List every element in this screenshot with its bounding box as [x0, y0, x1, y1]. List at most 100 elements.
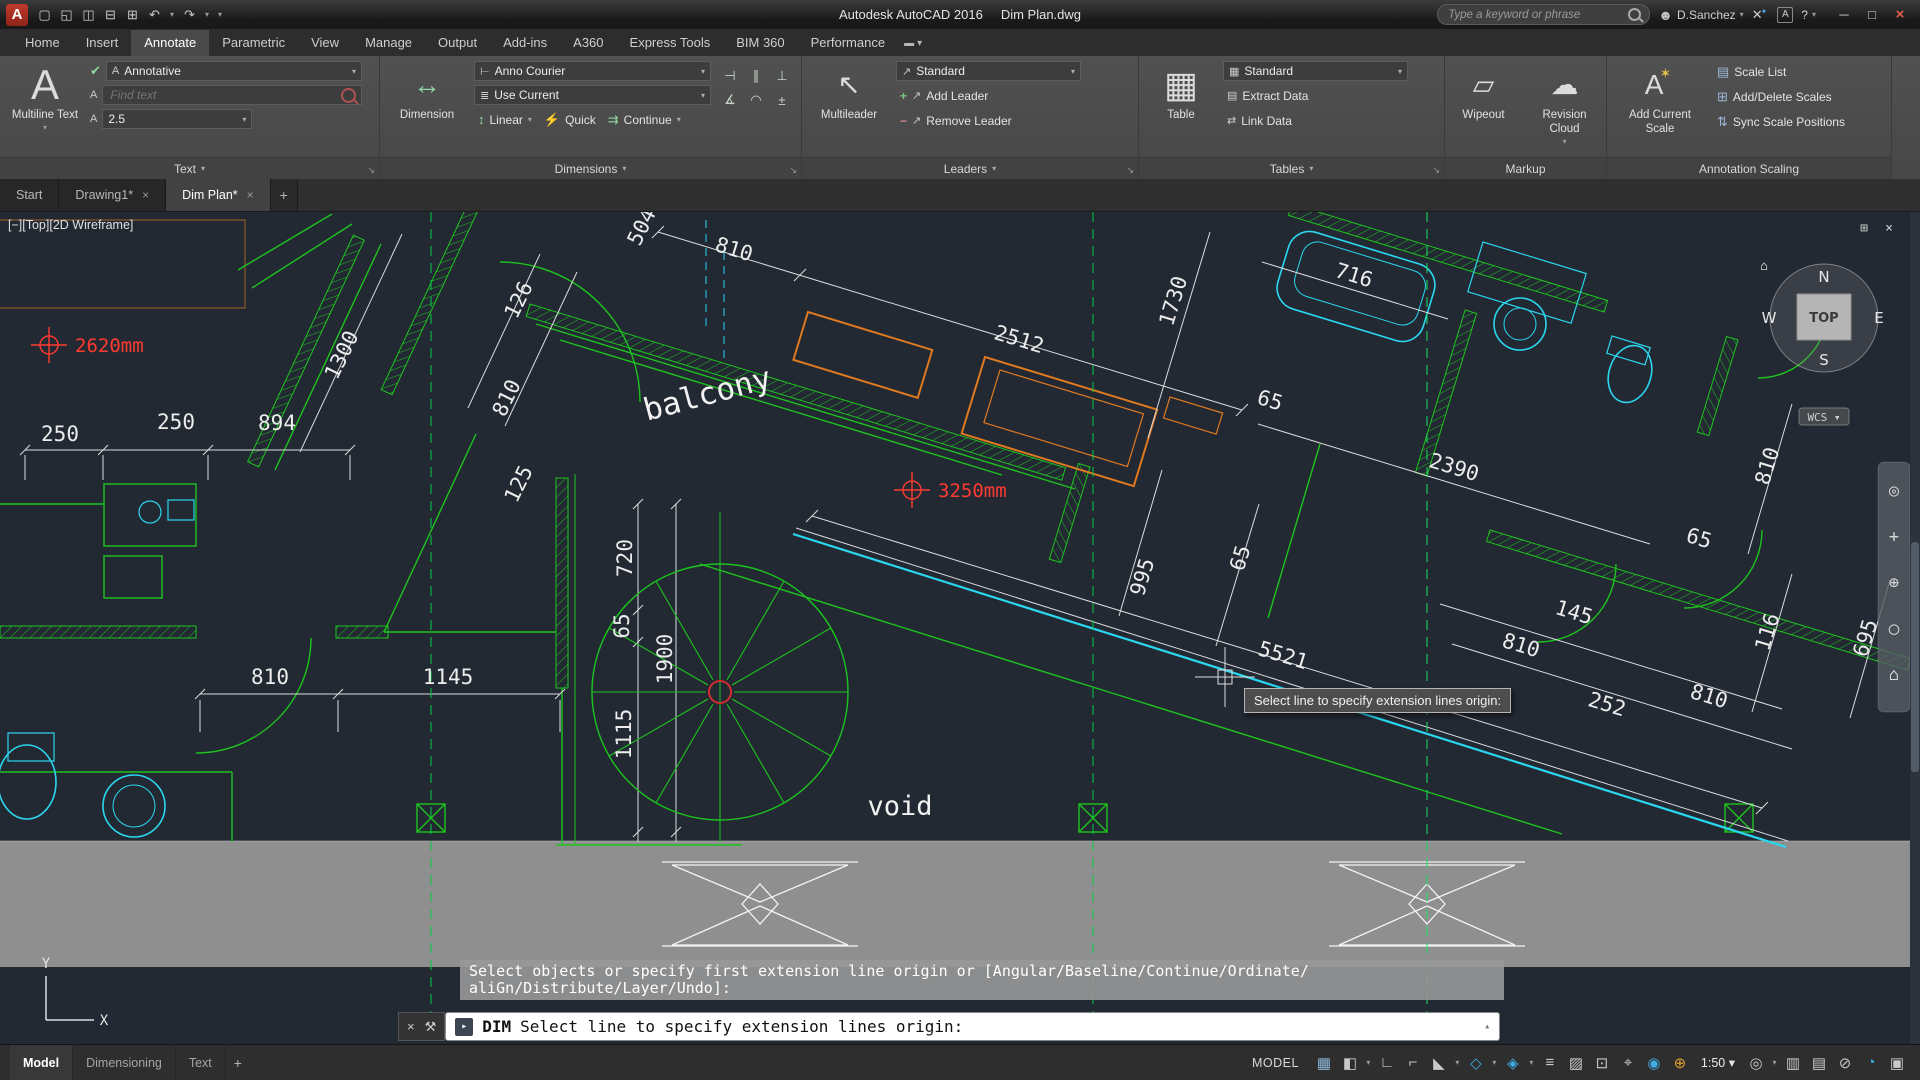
tab-close-icon[interactable]: × — [142, 188, 149, 202]
extract-data-button[interactable]: ▤ Extract Data — [1223, 85, 1428, 106]
dim-label[interactable]: 65 — [1225, 542, 1255, 573]
ribbon-tab-annotate[interactable]: Annotate — [131, 30, 209, 56]
ortho-icon[interactable]: ⌐ — [1400, 1054, 1426, 1071]
model-space-button[interactable]: MODEL — [1252, 1056, 1299, 1070]
help-search-field[interactable] — [1437, 4, 1650, 25]
redo-arrow-icon[interactable]: ▾ — [201, 10, 213, 19]
viewcube[interactable]: TOP N E S W ⌂ WCS ▾ ⊞ × — [1760, 221, 1893, 425]
infer-icon[interactable]: ∟ — [1374, 1054, 1400, 1071]
spell-check-icon[interactable]: ✔ — [90, 63, 101, 79]
viewcube-face[interactable]: TOP — [1809, 311, 1838, 326]
autoscale-icon[interactable]: ⊕ — [1667, 1054, 1693, 1072]
panel-label-dimensions[interactable]: Dimensions ▾ ↘ — [380, 157, 801, 179]
dim-label[interactable]: 65 — [610, 613, 634, 638]
new-file-icon[interactable]: ▢ — [34, 7, 55, 23]
dim-label[interactable]: 810 — [1687, 679, 1730, 713]
file-tab-drawing1-[interactable]: Drawing1*× — [59, 179, 166, 211]
steering-wheel-icon[interactable]: ◎ — [1889, 481, 1900, 501]
ribbon-tab-view[interactable]: View — [298, 30, 352, 56]
ribbon-tab-insert[interactable]: Insert — [73, 30, 132, 56]
quick-properties-icon[interactable]: ▤ — [1806, 1054, 1832, 1072]
open-file-icon[interactable]: ◱ — [56, 7, 77, 23]
dim-label[interactable]: 250 — [157, 410, 195, 434]
dimension-tool-icon-0[interactable]: ⊣ — [718, 65, 742, 87]
sign-in-menu[interactable]: ☻ D.Sanchez ▾ — [1658, 7, 1743, 23]
dim-label[interactable]: 810 — [488, 376, 526, 421]
dim-label[interactable]: 1300 — [320, 327, 364, 383]
units-icon[interactable]: ▥ — [1780, 1054, 1806, 1072]
viewport-close-icon[interactable]: × — [1885, 221, 1893, 236]
viewcube-north[interactable]: N — [1818, 268, 1829, 286]
dim-label[interactable]: 810 — [712, 232, 755, 266]
ribbon-tab-express-tools[interactable]: Express Tools — [617, 30, 724, 56]
dimension-tool-icon-5[interactable]: ± — [770, 89, 794, 111]
text-style-dropdown[interactable]: A Annotative ▾ — [106, 61, 362, 81]
ribbon-tab-output[interactable]: Output — [425, 30, 490, 56]
dim-label[interactable]: 1145 — [423, 665, 474, 689]
coordinate-label[interactable]: 2620mm — [75, 335, 144, 357]
snap-icon[interactable]: ◧ — [1337, 1054, 1363, 1072]
dim-label[interactable]: 504 — [623, 212, 661, 249]
layout-tab-text[interactable]: Text — [176, 1045, 226, 1080]
link-data-button[interactable]: ⇄ Link Data — [1223, 110, 1428, 131]
app-store-icon[interactable]: A — [1777, 7, 1793, 23]
command-input[interactable]: ▸ DIM Select line to specify extension l… — [445, 1012, 1500, 1041]
remove-leader-button[interactable]: − ↗ Remove Leader — [896, 110, 1116, 131]
undo-arrow-icon[interactable]: ▾ — [166, 10, 178, 19]
panel-label-tables[interactable]: Tables ▾ ↘ — [1139, 157, 1444, 179]
save-icon[interactable]: ◫ — [78, 7, 99, 23]
dimension-tool-icon-2[interactable]: ⊥ — [770, 65, 794, 87]
dim-label[interactable]: 894 — [258, 411, 296, 435]
osnap-arrow-icon[interactable]: ▾ — [1526, 1058, 1537, 1067]
leader-style-dropdown[interactable]: ↗ Standard ▾ — [896, 61, 1081, 81]
dim-label[interactable]: 252 — [1585, 687, 1628, 721]
scrollbar-thumb[interactable] — [1911, 542, 1919, 772]
panel-label-markup[interactable]: Markup — [1445, 157, 1606, 179]
add-delete-scales-button[interactable]: ⊞ Add/Delete Scales — [1713, 86, 1883, 107]
dim-label[interactable]: 250 — [41, 422, 79, 446]
sync-scale-positions-button[interactable]: ⇅ Sync Scale Positions — [1713, 111, 1883, 132]
dynamic-ucs-icon[interactable]: ⌖ — [1615, 1054, 1641, 1071]
dialog-launcher-icon[interactable]: ↘ — [1432, 165, 1440, 176]
dim-label[interactable]: 810 — [251, 665, 289, 689]
dim-label[interactable]: 65 — [1254, 385, 1285, 415]
ribbon-tab-home[interactable]: Home — [12, 30, 73, 56]
annotation-visibility-icon[interactable]: ◉ — [1641, 1054, 1667, 1072]
snap-arrow-icon[interactable]: ▾ — [1363, 1058, 1374, 1067]
autocad-logo-icon[interactable]: A — [6, 4, 28, 26]
undo-icon[interactable]: ↶ — [144, 7, 165, 23]
graphics-performance-icon[interactable]: ◔ — [1858, 1054, 1884, 1071]
navigation-bar[interactable]: ◎+⊕◯⌂ — [1878, 462, 1910, 712]
close-button[interactable]: × — [1886, 4, 1914, 25]
viewcube-home-icon[interactable]: ⌂ — [1760, 259, 1768, 274]
dialog-launcher-icon[interactable]: ↘ — [789, 165, 797, 176]
clean-screen-icon[interactable]: ▣ — [1884, 1054, 1910, 1072]
dim-label[interactable]: 65 — [1683, 523, 1714, 553]
coordinate-label[interactable]: 3250mm — [938, 480, 1007, 502]
search-icon[interactable] — [1628, 8, 1641, 21]
help-menu[interactable]: ? ▾ — [1801, 8, 1816, 22]
quick-dimension-button[interactable]: ⚡ Quick — [540, 109, 600, 130]
multileader-button[interactable]: ↖ Multileader — [809, 61, 889, 153]
layout-tab-dimensioning[interactable]: Dimensioning — [73, 1045, 176, 1080]
viewcube-east[interactable]: E — [1874, 309, 1883, 327]
search-input[interactable] — [1446, 8, 1622, 22]
osnap-icon[interactable]: ◈ — [1500, 1054, 1526, 1072]
redo-icon[interactable]: ↷ — [179, 7, 200, 23]
command-customize-icon[interactable]: ⚒ — [425, 1019, 437, 1035]
tab-close-icon[interactable]: × — [247, 188, 254, 202]
dimension-tool-icon-4[interactable]: ◠ — [744, 89, 768, 111]
isodraft-icon[interactable]: ◇ — [1463, 1054, 1489, 1072]
table-button[interactable]: ▦ Table — [1146, 61, 1216, 153]
orbit-icon[interactable]: ◯ — [1888, 619, 1900, 639]
dim-label[interactable]: 2512 — [991, 320, 1046, 358]
lineweight-icon[interactable]: ≡ — [1537, 1054, 1563, 1071]
annotation-scale-display[interactable]: 1:50 ▾ — [1693, 1055, 1743, 1070]
drawing-area[interactable]: [−][Top][2D Wireframe] — [0, 212, 1920, 1044]
viewport-restore-icon[interactable]: ⊞ — [1860, 221, 1868, 236]
add-leader-button[interactable]: + ↗ Add Leader — [896, 85, 1116, 106]
dim-label[interactable]: 125 — [500, 462, 538, 507]
table-style-dropdown[interactable]: ▦ Standard ▾ — [1223, 61, 1408, 81]
wipeout-button[interactable]: ▱ Wipeout — [1449, 61, 1519, 153]
viewport-controls[interactable]: [−][Top][2D Wireframe] — [8, 218, 133, 232]
